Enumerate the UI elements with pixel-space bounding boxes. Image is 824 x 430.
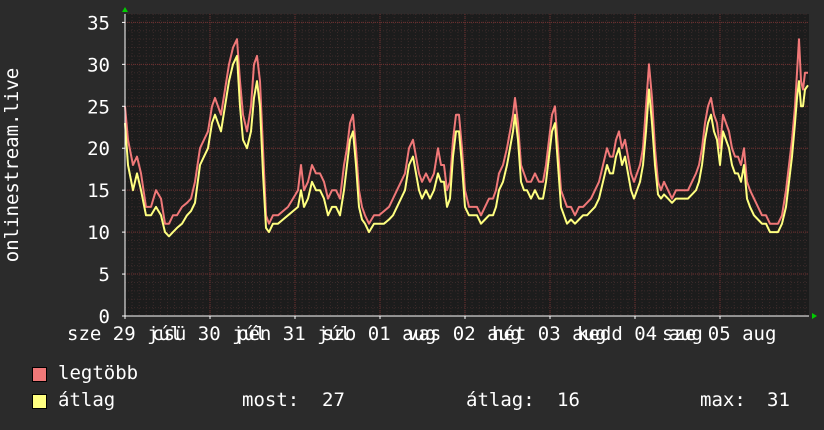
legend-label-max: legtöbb [58, 362, 139, 384]
legend-label-avg: átlag [58, 389, 116, 411]
stat-now-value: 27 [322, 389, 345, 411]
y-axis-label: onlinestream.live [1, 68, 23, 262]
stat-max-value: 31 [767, 389, 790, 411]
x-tick-label: sze 05 aug [662, 323, 776, 345]
stat-now-label: most: [242, 389, 300, 411]
y-tick-label: 30 [87, 54, 110, 76]
y-axis-arrow [122, 7, 128, 12]
legend-swatch-max [32, 367, 47, 382]
stat-max-label: max: [700, 389, 746, 411]
stat-avg-label: átlag: [466, 389, 535, 411]
y-tick-label: 35 [87, 12, 110, 34]
x-axis-arrow [812, 313, 817, 319]
y-tick-label: 5 [99, 264, 110, 286]
y-tick-label: 25 [87, 96, 110, 118]
y-tick-label: 15 [87, 180, 110, 202]
y-tick-label: 20 [87, 138, 110, 160]
line-chart: 05101520253035sze 29 júlcsü 30 júlpén 31… [1, 7, 817, 345]
legend-swatch-avg [32, 394, 47, 409]
stat-avg-value: 16 [557, 389, 580, 411]
y-tick-label: 10 [87, 222, 110, 244]
